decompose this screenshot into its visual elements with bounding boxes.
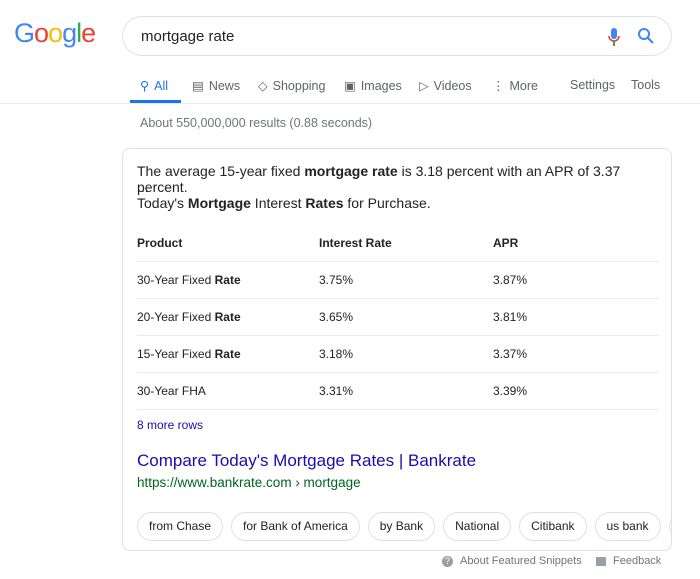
rates-table: Product Interest Rate APR 30-Year Fixed Ra… — [137, 225, 659, 410]
search-input[interactable]: mortgage rate — [141, 28, 234, 45]
table-row: 30-Year Fixed Rate 3.75% 3.87% — [137, 261, 659, 299]
search-icon[interactable] — [637, 27, 655, 45]
tools-link[interactable]: Tools — [631, 78, 660, 92]
search-box[interactable]: mortgage rate — [122, 16, 672, 56]
chip[interactable]: for Bank of America — [231, 512, 360, 541]
snippet-text: The average 15-year fixed mortgage rate … — [137, 163, 621, 195]
google-logo[interactable]: Google — [14, 18, 96, 49]
tag-icon: ◇ — [258, 79, 268, 93]
feedback-icon — [596, 556, 606, 566]
chip[interactable]: National — [443, 512, 512, 541]
table-row: 15-Year Fixed Rate 3.18% 3.37% — [137, 335, 659, 373]
more-vert-icon: ⋮ — [492, 79, 505, 93]
tab-images[interactable]: ▣ Images — [344, 78, 402, 94]
table-row: 20-Year Fixed Rate 3.65% 3.81% — [137, 298, 659, 336]
microphone-icon[interactable] — [607, 27, 621, 47]
help-icon: ? — [442, 555, 453, 567]
chip[interactable]: by Bank — [367, 512, 436, 541]
table-header: Product Interest Rate APR — [137, 225, 659, 262]
chip[interactable]: Citibank — [519, 512, 587, 541]
feedback-link[interactable]: Feedback — [596, 555, 661, 567]
tab-videos[interactable]: ▷ Videos — [419, 78, 472, 94]
tab-more[interactable]: ⋮ More — [492, 78, 538, 94]
image-icon: ▣ — [344, 79, 356, 93]
snippet-subtitle: Today's Mortgage Interest Rates for Purc… — [137, 195, 431, 211]
tab-news[interactable]: ▤ News — [192, 78, 240, 94]
result-url: https://www.bankrate.com › mortgage — [137, 475, 361, 490]
tab-shopping[interactable]: ◇ Shopping — [258, 78, 325, 94]
related-chips: from Chase for Bank of America by Bank N… — [137, 512, 671, 541]
search-icon: ⚲ — [140, 79, 150, 93]
about-featured-snippets[interactable]: ? About Featured Snippets — [442, 555, 582, 567]
divider — [0, 103, 700, 104]
result-title-link[interactable]: Compare Today's Mortgage Rates | Bankrat… — [137, 451, 476, 471]
snippet-ellipsis: ... — [137, 179, 149, 195]
tab-all[interactable]: ⚲ All — [140, 78, 168, 94]
more-rows-link[interactable]: 8 more rows — [137, 418, 203, 432]
news-icon: ▤ — [192, 79, 204, 93]
settings-link[interactable]: Settings — [570, 78, 615, 92]
play-icon: ▷ — [419, 79, 429, 93]
chip[interactable]: Q — [668, 512, 671, 541]
chip[interactable]: us bank — [594, 512, 661, 541]
table-row: 30-Year FHA 3.31% 3.39% — [137, 372, 659, 410]
featured-snippet: The average 15-year fixed mortgage rate … — [122, 148, 672, 551]
result-stats: About 550,000,000 results (0.88 seconds) — [140, 116, 373, 130]
chip[interactable]: from Chase — [137, 512, 224, 541]
